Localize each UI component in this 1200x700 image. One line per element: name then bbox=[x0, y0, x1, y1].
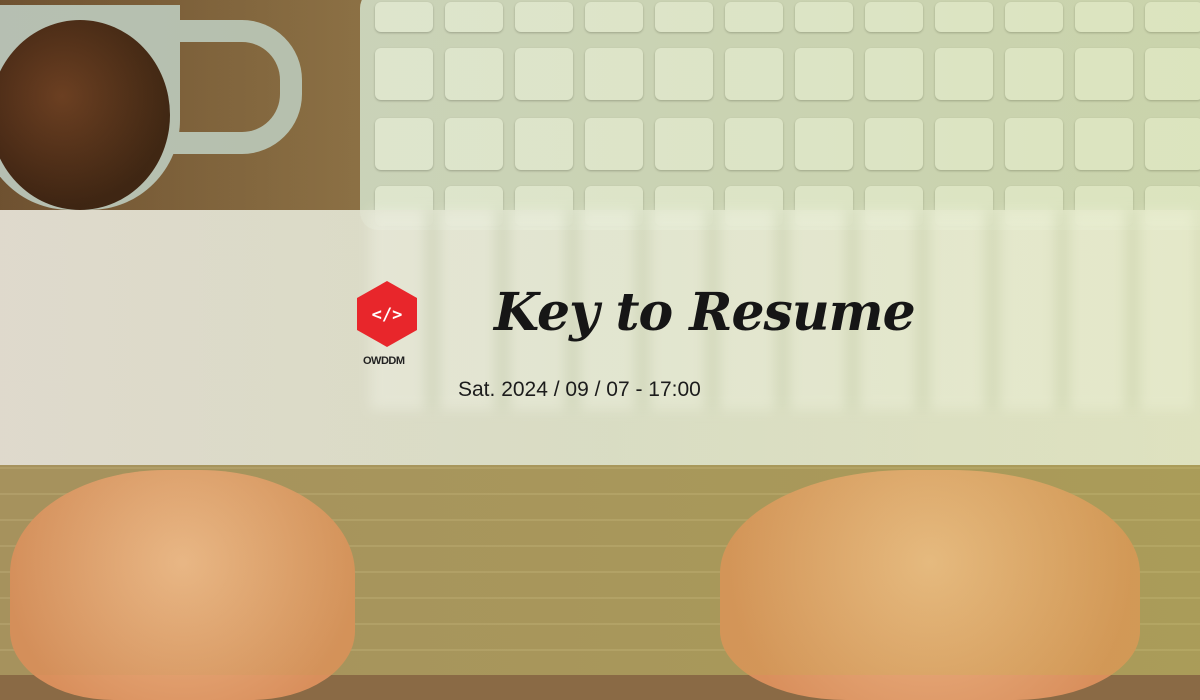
keyboard-key bbox=[655, 118, 713, 170]
keyboard-key bbox=[1075, 118, 1133, 170]
keyboard-key bbox=[865, 118, 923, 170]
keyboard-key bbox=[935, 2, 993, 32]
keyboard-key bbox=[655, 48, 713, 100]
keyboard-key bbox=[1145, 48, 1200, 100]
keyboard-key bbox=[515, 118, 573, 170]
event-title: Key to Resume bbox=[494, 282, 916, 343]
logo-glyph: </> bbox=[372, 305, 403, 325]
keyboard-key bbox=[515, 2, 573, 32]
keyboard-key bbox=[585, 118, 643, 170]
keyboard-key bbox=[375, 48, 433, 100]
keyboard-key bbox=[725, 2, 783, 32]
keyboard-key bbox=[865, 48, 923, 100]
background-photo-bottom bbox=[0, 465, 1200, 700]
keyboard-key bbox=[655, 2, 713, 32]
keyboard-key bbox=[1075, 48, 1133, 100]
keyboard-key bbox=[445, 48, 503, 100]
keyboard-key bbox=[515, 48, 573, 100]
keyboard-key bbox=[1005, 2, 1063, 32]
event-datetime: Sat. 2024 / 09 / 07 - 17:00 bbox=[458, 378, 701, 401]
keyboard-key bbox=[935, 118, 993, 170]
keyboard-key bbox=[725, 48, 783, 100]
keyboard-key bbox=[585, 2, 643, 32]
right-fist bbox=[720, 470, 1140, 700]
keyboard-key bbox=[935, 48, 993, 100]
keyboard-key bbox=[1005, 118, 1063, 170]
keyboard-key bbox=[725, 118, 783, 170]
keyboard-key bbox=[795, 48, 853, 100]
keyboard-key bbox=[865, 2, 923, 32]
keyboard-key bbox=[1075, 2, 1133, 32]
keyboard-key bbox=[445, 2, 503, 32]
keyboard-key bbox=[1145, 118, 1200, 170]
background-photo-top bbox=[0, 0, 1200, 230]
keyboard-key bbox=[795, 2, 853, 32]
code-brackets-icon: </> bbox=[357, 281, 417, 347]
coffee-cup-handle bbox=[160, 20, 302, 154]
keyboard-key bbox=[375, 2, 433, 32]
logo-text: OWDDM bbox=[363, 355, 405, 367]
keyboard-key bbox=[445, 118, 503, 170]
keyboard-key bbox=[585, 48, 643, 100]
keyboard-key bbox=[795, 118, 853, 170]
keyboard-key bbox=[375, 118, 433, 170]
keyboard bbox=[360, 0, 1200, 230]
keyboard-key bbox=[1145, 2, 1200, 32]
keyboard-key bbox=[1005, 48, 1063, 100]
left-fist bbox=[10, 470, 355, 700]
